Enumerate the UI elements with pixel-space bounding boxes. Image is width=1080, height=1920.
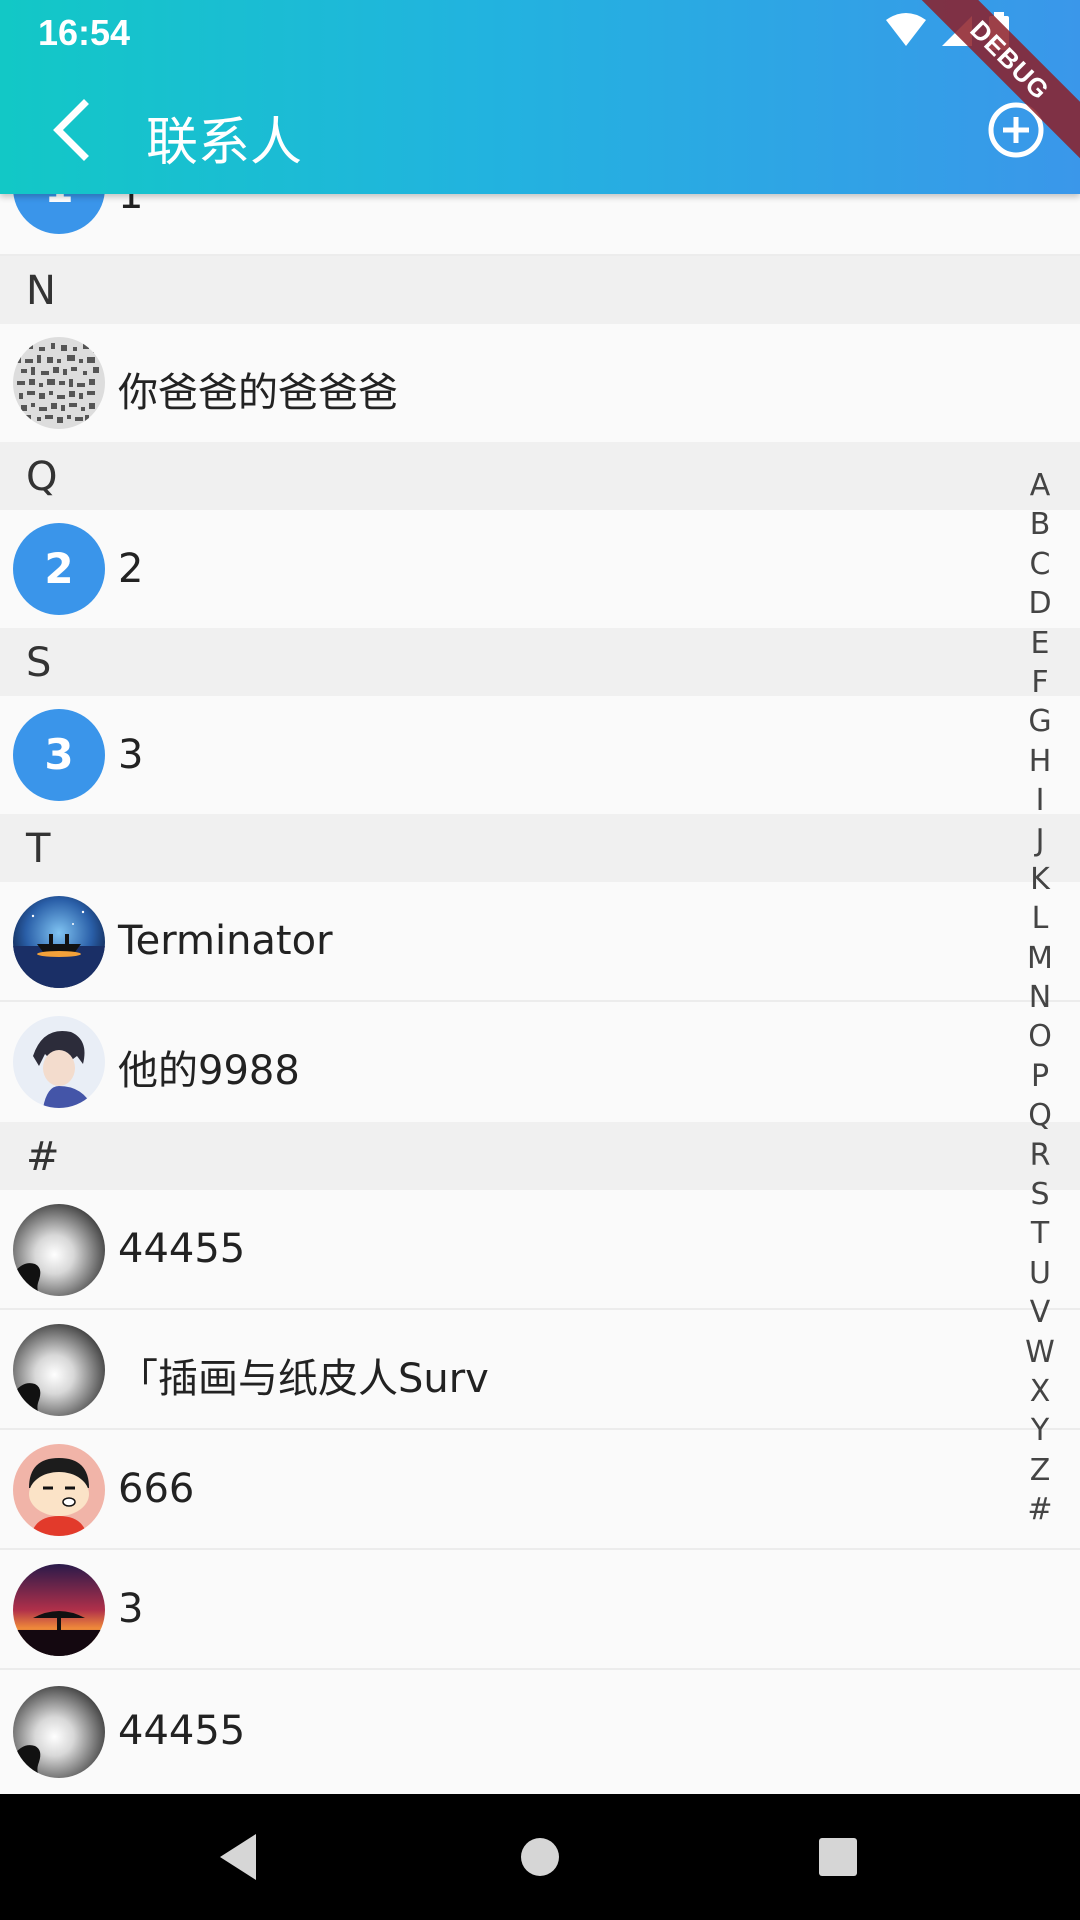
recents-square-icon[interactable] xyxy=(818,1832,858,1882)
index-letter[interactable]: J xyxy=(1020,821,1060,860)
contact-row[interactable]: 44455 xyxy=(0,1670,1080,1794)
qr-avatar-icon xyxy=(13,337,105,429)
contact-name: 你爸爸的爸爸爸 xyxy=(118,370,398,416)
app-bar: 16:54 联系人 DEBUG xyxy=(0,0,1080,194)
index-letter[interactable]: V xyxy=(1020,1293,1060,1332)
index-letter[interactable]: U xyxy=(1020,1254,1060,1293)
section-letter: S xyxy=(26,640,52,686)
index-letter[interactable]: P xyxy=(1020,1057,1060,1096)
index-letter[interactable]: # xyxy=(1020,1490,1060,1529)
index-letter[interactable]: O xyxy=(1020,1017,1060,1056)
contact-row[interactable]: 2 2 xyxy=(0,510,1080,628)
index-letter[interactable]: Q xyxy=(1020,1096,1060,1135)
contact-name: 3 xyxy=(118,1586,144,1632)
contact-name: 666 xyxy=(118,1466,195,1512)
index-letter[interactable]: K xyxy=(1020,860,1060,899)
index-letter[interactable]: I xyxy=(1020,781,1060,820)
index-letter[interactable]: R xyxy=(1020,1136,1060,1175)
index-letter[interactable]: F xyxy=(1020,663,1060,702)
section-header-t: T xyxy=(0,814,1080,882)
index-letter[interactable]: D xyxy=(1020,584,1060,623)
sunset-tree-avatar-icon xyxy=(13,1564,105,1656)
contact-name: 「插画与纸皮人Surv xyxy=(118,1356,489,1402)
section-letter: Q xyxy=(26,454,58,500)
contact-name: 3 xyxy=(118,732,144,778)
contact-name: 2 xyxy=(118,546,144,592)
page-title: 联系人 xyxy=(146,113,303,173)
index-letter[interactable]: M xyxy=(1020,939,1060,978)
letter-avatar: 3 xyxy=(13,709,105,801)
back-triangle-icon[interactable] xyxy=(216,1832,260,1882)
index-letter[interactable]: E xyxy=(1020,624,1060,663)
section-letter: T xyxy=(26,826,51,872)
contact-row[interactable]: 3 3 xyxy=(0,696,1080,814)
wifi-icon xyxy=(886,13,926,46)
index-letter[interactable]: Z xyxy=(1020,1451,1060,1490)
contact-name: Terminator xyxy=(118,918,333,964)
contact-row[interactable]: 「插画与纸皮人Surv xyxy=(0,1310,1080,1430)
index-letter[interactable]: L xyxy=(1020,899,1060,938)
index-letter[interactable]: W xyxy=(1020,1333,1060,1372)
system-nav-bar xyxy=(0,1794,1080,1920)
contact-row[interactable]: 他的9988 xyxy=(0,1002,1080,1122)
contact-name: 44455 xyxy=(118,1226,246,1272)
grey-light-avatar-icon xyxy=(13,1204,105,1296)
cartoon-kid-avatar-icon xyxy=(13,1444,105,1536)
boat-night-avatar-icon xyxy=(13,896,105,988)
home-circle-icon[interactable] xyxy=(518,1832,562,1882)
index-letter[interactable]: A xyxy=(1020,466,1060,505)
status-time: 16:54 xyxy=(38,12,131,53)
contact-row[interactable]: 44455 xyxy=(0,1190,1080,1310)
section-header-hash: # xyxy=(0,1122,1080,1190)
back-arrow-icon[interactable] xyxy=(40,96,108,164)
index-letter[interactable]: C xyxy=(1020,545,1060,584)
index-letter[interactable]: T xyxy=(1020,1214,1060,1253)
section-letter: # xyxy=(26,1134,60,1180)
index-letter[interactable]: H xyxy=(1020,742,1060,781)
contact-name: 44455 xyxy=(118,1708,246,1754)
section-header-q: Q xyxy=(0,442,1080,510)
grey-light-avatar-icon xyxy=(13,1686,105,1778)
section-header-n: N xyxy=(0,256,1080,324)
index-letter[interactable]: B xyxy=(1020,505,1060,544)
alphabet-index-bar[interactable]: A B C D E F G H I J K L M N O P Q R S T U V W X Y Z # xyxy=(1020,466,1060,1530)
grey-light-avatar-icon xyxy=(13,1324,105,1416)
index-letter[interactable]: S xyxy=(1020,1175,1060,1214)
contact-row[interactable]: 666 xyxy=(0,1430,1080,1550)
contacts-screen: 1 1 N 你爸爸的爸爸 xyxy=(0,0,1080,1920)
index-letter[interactable]: G xyxy=(1020,702,1060,741)
letter-avatar: 2 xyxy=(13,523,105,615)
section-header-s: S xyxy=(0,628,1080,696)
index-letter[interactable]: N xyxy=(1020,978,1060,1017)
contact-row[interactable]: 你爸爸的爸爸爸 xyxy=(0,324,1080,442)
anime-boy-avatar-icon xyxy=(13,1016,105,1108)
contact-name: 他的9988 xyxy=(118,1048,300,1094)
contact-row[interactable]: 3 xyxy=(0,1550,1080,1670)
contact-row[interactable]: Terminator xyxy=(0,882,1080,1002)
index-letter[interactable]: X xyxy=(1020,1372,1060,1411)
section-letter: N xyxy=(26,268,56,314)
index-letter[interactable]: Y xyxy=(1020,1411,1060,1450)
